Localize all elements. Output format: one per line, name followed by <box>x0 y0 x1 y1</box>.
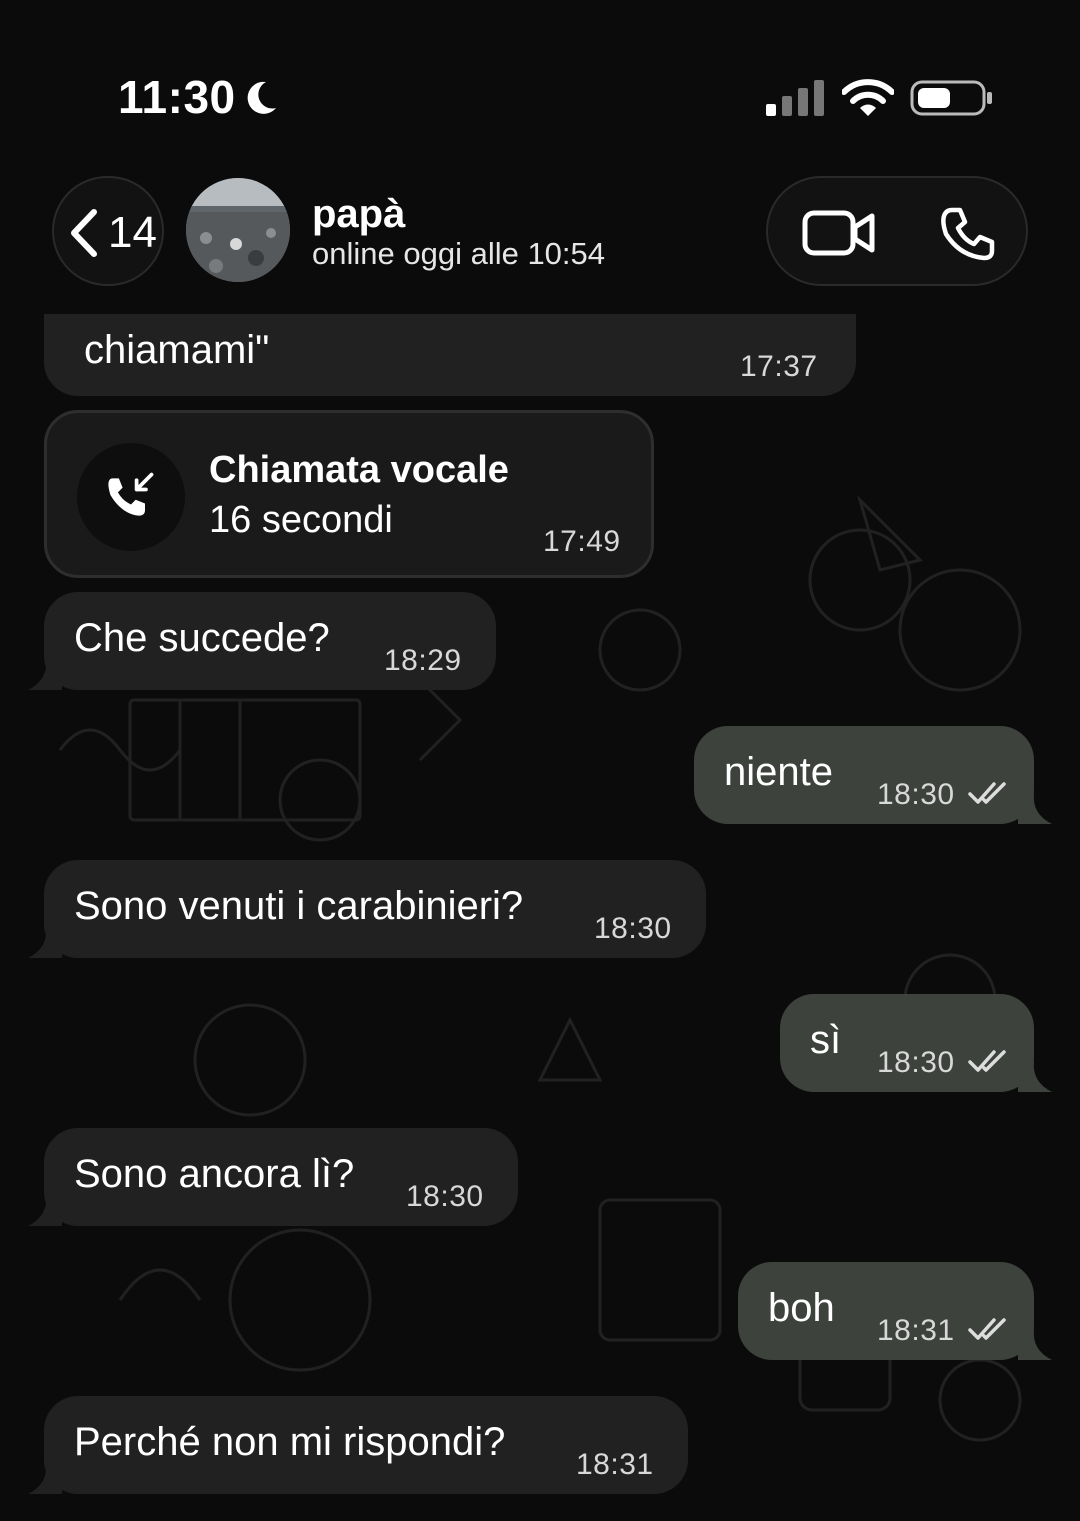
message-time: 17:49 <box>543 525 621 558</box>
call-duration: 16 secondi <box>209 499 393 541</box>
message-text: sì <box>810 1018 842 1062</box>
cellular-signal-icon <box>766 80 824 116</box>
status-bar: 11:30 <box>0 0 1080 170</box>
message-time: 18:31 <box>576 1448 654 1481</box>
bubble-tail <box>28 928 62 958</box>
bubble-tail <box>28 1464 62 1494</box>
unread-count: 14 <box>108 208 157 257</box>
status-time: 11:30 <box>118 71 236 123</box>
message-bubble-incoming[interactable]: chiamami" 17:37 <box>44 300 856 396</box>
back-button[interactable]: 14 <box>52 176 164 286</box>
message-time: 18:31 <box>877 1314 955 1347</box>
read-receipt-icon <box>968 782 1006 804</box>
avatar[interactable] <box>186 178 290 282</box>
phone-icon[interactable] <box>938 206 996 262</box>
message-text: chiamami" <box>84 328 270 372</box>
call-log-bubble[interactable]: Chiamata vocale 16 secondi 17:49 <box>44 410 654 578</box>
moon-icon <box>247 81 276 114</box>
message-bubble-incoming[interactable]: Sono venuti i carabinieri? 18:30 <box>44 860 706 958</box>
battery-icon <box>910 80 992 116</box>
message-time: 18:30 <box>877 778 955 811</box>
message-time: 18:30 <box>877 1046 955 1079</box>
message-time: 18:30 <box>406 1180 484 1213</box>
bubble-tail <box>28 660 62 690</box>
message-bubble-incoming[interactable]: Sono ancora lì? 18:30 <box>44 1128 518 1226</box>
contact-status: online oggi alle 10:54 <box>312 236 606 271</box>
message-text: Che succede? <box>74 616 330 660</box>
message-text: Sono venuti i carabinieri? <box>74 884 524 928</box>
message-text: niente <box>724 750 833 794</box>
message-bubble-incoming[interactable]: Perché non mi rispondi? 18:31 <box>44 1396 688 1494</box>
header-divider <box>0 296 1080 314</box>
message-bubble-outgoing[interactable]: niente 18:30 <box>694 726 1034 824</box>
message-time: 18:30 <box>594 912 672 945</box>
read-receipt-icon <box>968 1050 1006 1072</box>
call-title: Chiamata vocale <box>209 449 509 491</box>
bubble-tail <box>1018 1330 1052 1360</box>
message-bubble-outgoing[interactable]: boh 18:31 <box>738 1262 1034 1360</box>
wifi-icon <box>842 79 894 116</box>
read-receipt-icon <box>968 1318 1006 1340</box>
message-text: Sono ancora lì? <box>74 1152 355 1196</box>
incoming-call-icon <box>108 472 154 516</box>
message-bubble-incoming[interactable]: Che succede? 18:29 <box>44 592 496 690</box>
bubble-tail <box>1018 1062 1052 1092</box>
bubble-tail <box>1018 794 1052 824</box>
bubble-tail <box>28 1196 62 1226</box>
video-camera-icon[interactable] <box>802 208 876 258</box>
message-text: boh <box>768 1286 835 1330</box>
message-time: 17:37 <box>740 350 818 383</box>
call-actions <box>766 176 1028 286</box>
message-text: Perché non mi rispondi? <box>74 1420 506 1464</box>
contact-name[interactable]: papà <box>312 192 405 237</box>
call-icon-container <box>77 443 185 551</box>
message-time: 18:29 <box>384 644 462 677</box>
message-bubble-outgoing[interactable]: sì 18:30 <box>780 994 1034 1092</box>
chevron-left-icon <box>71 209 97 257</box>
